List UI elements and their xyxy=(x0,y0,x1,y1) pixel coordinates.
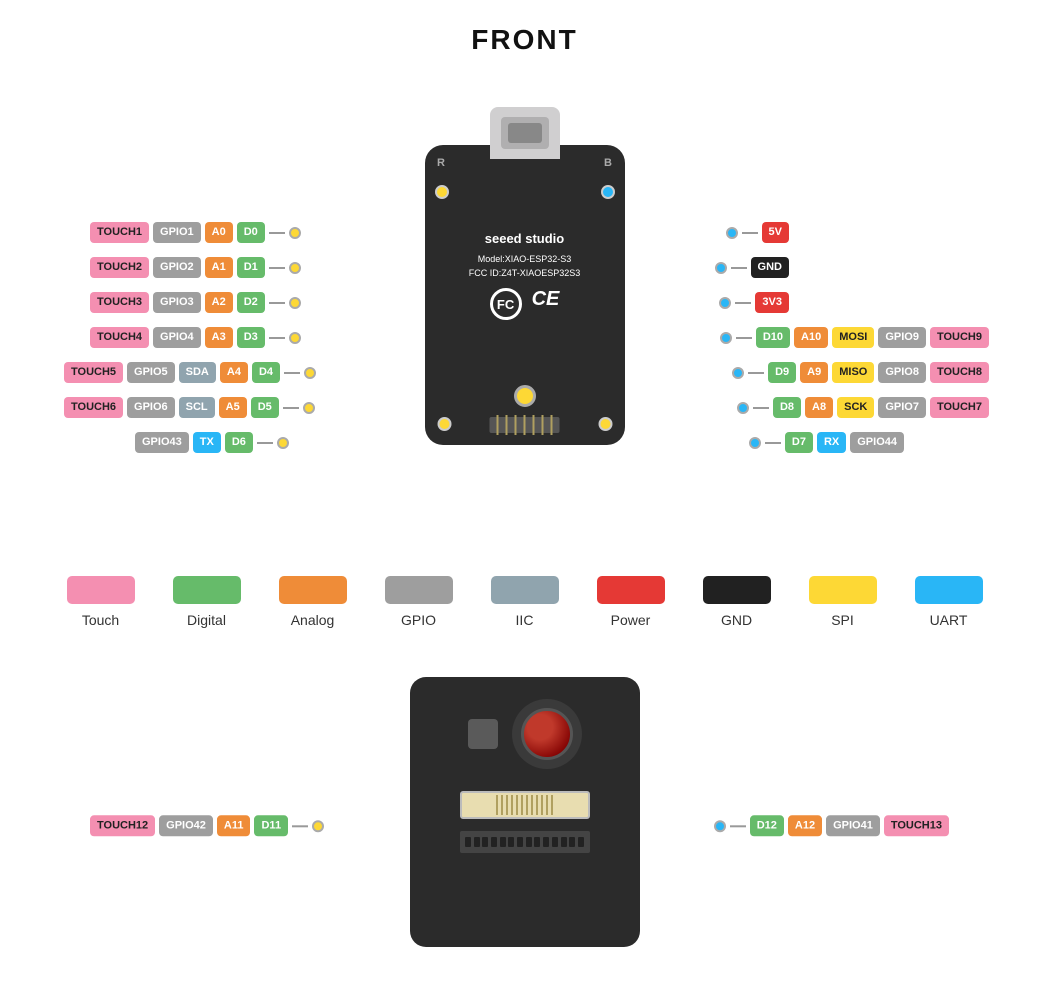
badge-a0: A0 xyxy=(205,222,233,243)
right-pin-row-2: 3V3 xyxy=(719,292,789,313)
camera-sensor xyxy=(468,719,498,749)
page-title: FRONT xyxy=(0,0,1049,74)
corner-dot-r xyxy=(435,185,449,199)
badge-touch13: TOUCH13 xyxy=(884,815,949,836)
pin-line xyxy=(269,232,285,234)
bottom-dot-l xyxy=(437,417,451,431)
legend-box-touch xyxy=(67,576,135,604)
usb-connector xyxy=(490,107,560,159)
left-pin-row-1: TOUCH2 GPIO2 A1 D1 xyxy=(90,257,301,278)
legend-box-spi xyxy=(809,576,877,604)
left-pin-row-6: GPIO43 TX D6 xyxy=(135,432,289,453)
legend-gnd: GND xyxy=(703,576,771,628)
legend-box-uart xyxy=(915,576,983,604)
legend-uart: UART xyxy=(915,576,983,628)
badge-gpio1: GPIO1 xyxy=(153,222,201,243)
badge-touch12: TOUCH12 xyxy=(90,815,155,836)
legend-label-spi: SPI xyxy=(831,612,854,628)
board-label: seeed studio Model:XIAO-ESP32-S3 FCC ID:… xyxy=(469,229,581,281)
legend: Touch Digital Analog GPIO IIC Power GND … xyxy=(0,554,1049,656)
main-diagram: R B seeed studio Model:XIAO-ESP32-S3 FCC… xyxy=(0,74,1049,554)
bottom-section: TOUCH12 GPIO42 A11 D11 D12 A12 GPIO41 TO… xyxy=(0,656,1049,996)
camera-area xyxy=(468,699,582,769)
right-pin-row-6: D7 RX GPIO44 xyxy=(749,432,904,453)
main-board: R B seeed studio Model:XIAO-ESP32-S3 FCC… xyxy=(425,145,625,445)
right-pin-row-3: D10 A10 MOSI GPIO9 TOUCH9 xyxy=(720,327,989,348)
legend-box-gpio xyxy=(385,576,453,604)
bottom-board xyxy=(410,677,640,947)
left-pin-row-3: TOUCH4 GPIO4 A3 D3 xyxy=(90,327,301,348)
legend-spi: SPI xyxy=(809,576,877,628)
legend-label-uart: UART xyxy=(930,612,968,628)
legend-gpio: GPIO xyxy=(385,576,453,628)
legend-iic: IIC xyxy=(491,576,559,628)
cert-logos: FC CE xyxy=(490,288,560,320)
pin-dot xyxy=(289,227,301,239)
legend-box-power xyxy=(597,576,665,604)
legend-box-gnd xyxy=(703,576,771,604)
left-pin-row-4: TOUCH5 GPIO5 SDA A4 D4 xyxy=(64,362,316,383)
legend-label-gnd: GND xyxy=(721,612,752,628)
left-pin-row-5: TOUCH6 GPIO6 SCL A5 D5 xyxy=(64,397,315,418)
badge-gpio41: GPIO41 xyxy=(826,815,880,836)
legend-box-digital xyxy=(173,576,241,604)
legend-power: Power xyxy=(597,576,665,628)
right-pin-row-0: 5V xyxy=(726,222,789,243)
badge-touch1: TOUCH1 xyxy=(90,222,149,243)
legend-box-iic xyxy=(491,576,559,604)
legend-analog: Analog xyxy=(279,576,347,628)
badge-gpio42: GPIO42 xyxy=(159,815,213,836)
legend-label-digital: Digital xyxy=(187,612,226,628)
legend-touch: Touch xyxy=(67,576,135,628)
legend-label-analog: Analog xyxy=(291,612,335,628)
right-pin-row-4: D9 A9 MISO GPIO8 TOUCH8 xyxy=(732,362,989,383)
right-pin-row-5: D8 A8 SCK GPIO7 TOUCH7 xyxy=(737,397,989,418)
legend-label-gpio: GPIO xyxy=(401,612,436,628)
right-pin-row-1: GND xyxy=(715,257,789,278)
legend-digital: Digital xyxy=(173,576,241,628)
legend-label-iic: IIC xyxy=(516,612,534,628)
left-pin-row-0: TOUCH1 GPIO1 A0 D0 xyxy=(90,222,301,243)
ribbon-connector xyxy=(460,791,590,819)
legend-label-power: Power xyxy=(611,612,651,628)
bottom-dot-r xyxy=(598,417,612,431)
badge-d11: D11 xyxy=(254,815,288,836)
badge-d0: D0 xyxy=(237,222,265,243)
badge-d12: D12 xyxy=(750,815,784,836)
legend-box-analog xyxy=(279,576,347,604)
legend-label-touch: Touch xyxy=(82,612,119,628)
pin-connector-bottom xyxy=(460,831,590,853)
camera-lens xyxy=(521,708,573,760)
bottom-left-pins: TOUCH12 GPIO42 A11 D11 xyxy=(90,815,324,836)
left-pin-row-2: TOUCH3 GPIO3 A2 D2 xyxy=(90,292,301,313)
bottom-right-pins: D12 A12 GPIO41 TOUCH13 xyxy=(714,815,949,836)
camera-lens-wrap xyxy=(512,699,582,769)
badge-a12: A12 xyxy=(788,815,822,836)
badge-a11: A11 xyxy=(217,815,251,836)
corner-dot-b xyxy=(601,185,615,199)
